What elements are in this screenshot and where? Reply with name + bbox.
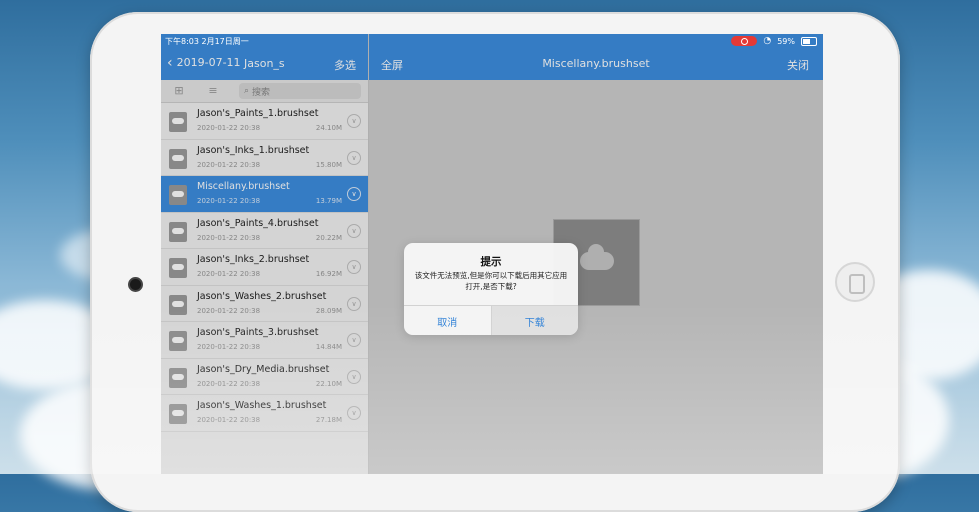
battery-fill	[803, 38, 810, 44]
battery-icon	[801, 36, 817, 46]
ipad-screen: 下午8:03 2月17日周一 ◔ 59% ‹ 2019-07-11 Jason_…	[161, 34, 823, 474]
status-time-date: 下午8:03 2月17日周一	[165, 37, 249, 46]
screen-recording-icon[interactable]	[731, 36, 758, 46]
download-button[interactable]: 下载	[491, 306, 578, 335]
alert-dialog: 提示 该文件无法预览,但是你可以下载后用其它应用打开,是否下载? 取消 下载	[404, 243, 578, 335]
wifi-icon: ◔	[763, 36, 772, 46]
home-button-icon	[849, 274, 865, 294]
dialog-buttons: 取消 下载	[404, 305, 578, 335]
dialog-message: 该文件无法预览,但是你可以下载后用其它应用打开,是否下载?	[414, 271, 568, 291]
camera-icon	[128, 277, 143, 292]
battery-percent: 59%	[777, 36, 795, 46]
dialog-title: 提示	[480, 256, 502, 268]
home-button[interactable]	[835, 262, 875, 302]
cancel-button[interactable]: 取消	[404, 306, 492, 335]
status-right-group: ◔ 59%	[731, 36, 817, 46]
status-bar: 下午8:03 2月17日周一 ◔ 59%	[161, 34, 823, 48]
